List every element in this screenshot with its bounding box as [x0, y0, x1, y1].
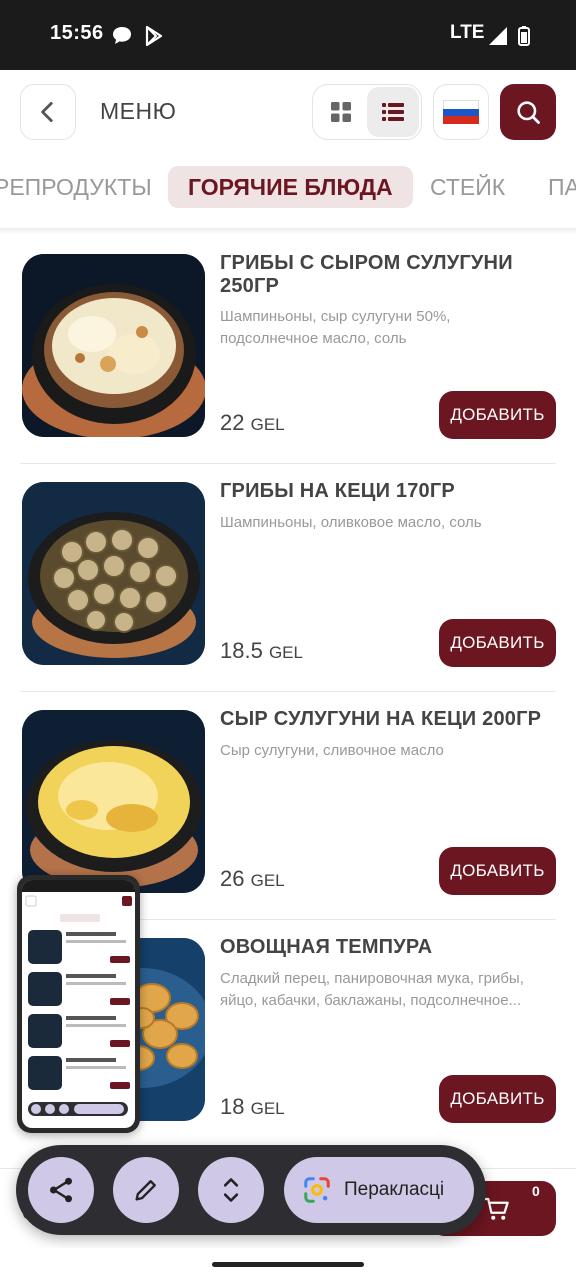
dish-title: ОВОЩНАЯ ТЕМПУРА	[220, 936, 433, 958]
price-currency: GEL	[250, 415, 285, 434]
share-icon	[50, 1177, 72, 1203]
price-currency: GEL	[250, 871, 285, 890]
status-bar: 15:56 LTE	[0, 0, 576, 70]
dish-price: 26 GEL	[220, 866, 285, 892]
dish-title: ГРИБЫ С СЫРОМ СУЛУГУНИ 250ГР	[220, 252, 513, 297]
app-header: МЕНЮ	[0, 70, 576, 156]
chevron-left-icon	[41, 101, 53, 123]
chat-bubble-icon	[113, 27, 131, 44]
dish-description: Сыр сулугуни, сливочное масло	[220, 742, 444, 759]
battery-icon	[518, 26, 530, 46]
grid-view-button[interactable]	[315, 87, 367, 137]
language-button[interactable]	[433, 84, 489, 140]
page-title: МЕНЮ	[100, 98, 177, 124]
add-to-cart-button[interactable]: ДОБАВИТЬ	[439, 847, 556, 895]
category-tabs: РЕПРОДУКТЫ ГОРЯЧИЕ БЛЮДА СТЕЙК ПА	[0, 158, 576, 216]
home-handle[interactable]	[212, 1262, 364, 1267]
search-button[interactable]	[500, 84, 556, 140]
add-to-cart-button[interactable]: ДОБАВИТЬ	[439, 619, 556, 667]
menu-item[interactable]: ГРИБЫ С СЫРОМ СУЛУГУНИ 250ГР Шампиньоны,…	[20, 236, 556, 464]
dish-title: ГРИБЫ НА КЕЦИ 170ГР	[220, 480, 455, 502]
system-nav-bar	[0, 1248, 576, 1280]
screenshot-preview	[22, 880, 135, 1128]
screenshot-thumbnail[interactable]	[17, 875, 140, 1133]
view-toggle	[312, 84, 422, 140]
share-button[interactable]	[28, 1157, 94, 1223]
edit-button[interactable]	[113, 1157, 179, 1223]
list-view-icon	[382, 103, 404, 121]
price-value: 22	[220, 410, 245, 435]
tab-hot-dishes[interactable]: ГОРЯЧИЕ БЛЮДА	[168, 166, 413, 208]
search-icon	[517, 101, 540, 124]
price-currency: GEL	[268, 643, 303, 662]
back-button[interactable]	[20, 84, 76, 140]
russia-flag-icon	[443, 100, 479, 125]
add-to-cart-button[interactable]: ДОБАВИТЬ	[439, 391, 556, 439]
screenshot-toolbar: Перакласці	[16, 1145, 486, 1235]
dish-photo	[22, 254, 205, 437]
dish-photo	[22, 710, 205, 893]
dish-description: Сладкий перец, панировочная мука, грибы,…	[220, 970, 524, 1009]
play-store-icon	[145, 25, 163, 47]
network-type: LTE	[450, 22, 485, 43]
status-time: 15:56	[50, 22, 104, 44]
cart-icon	[484, 1197, 509, 1220]
dish-description: Шампиньоны, оливковое масло, соль	[220, 514, 482, 531]
dish-price: 22 GEL	[220, 410, 285, 436]
dish-description: Шампиньоны, сыр сулугуни 50%, подсолнечн…	[220, 308, 451, 347]
pencil-icon	[135, 1180, 156, 1201]
google-lens-icon	[304, 1177, 330, 1203]
tab-appetizers[interactable]: РЕПРОДУКТЫ	[0, 166, 152, 208]
price-value: 26	[220, 866, 245, 891]
menu-item[interactable]: ГРИБЫ НА КЕЦИ 170ГР Шампиньоны, оливково…	[20, 464, 556, 692]
dish-price: 18 GEL	[220, 1094, 285, 1120]
grid-view-icon	[331, 102, 351, 122]
price-currency: GEL	[250, 1099, 285, 1118]
tab-steak[interactable]: СТЕЙК	[430, 166, 505, 208]
dish-title: СЫР СУЛУГУНИ НА КЕЦИ 200ГР	[220, 708, 542, 730]
price-value: 18	[220, 1094, 245, 1119]
list-view-button[interactable]	[367, 87, 419, 137]
dish-photo	[22, 482, 205, 665]
add-to-cart-button[interactable]: ДОБАВИТЬ	[439, 1075, 556, 1123]
cart-count-badge: 0	[532, 1183, 540, 1199]
tab-next-category[interactable]: ПА	[548, 166, 576, 208]
translate-label: Перакласці	[344, 1179, 445, 1200]
expand-button[interactable]	[198, 1157, 264, 1223]
tabs-divider	[0, 228, 576, 234]
price-value: 18.5	[220, 638, 263, 663]
expand-vertical-icon	[223, 1178, 239, 1202]
dish-price: 18.5 GEL	[220, 638, 303, 664]
translate-button[interactable]: Перакласці	[284, 1157, 474, 1223]
signal-icon	[489, 27, 507, 45]
